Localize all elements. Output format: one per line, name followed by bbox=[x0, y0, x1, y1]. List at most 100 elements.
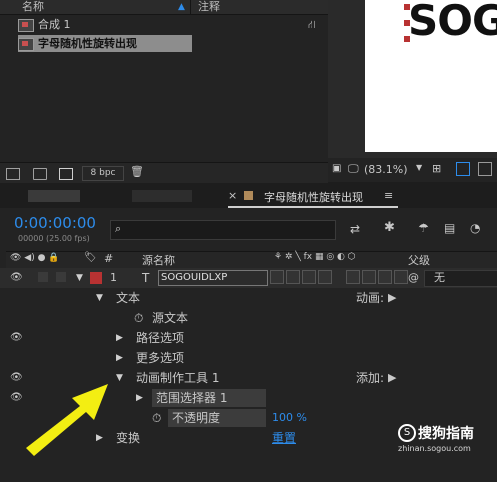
animate-menu-icon[interactable]: ▶ bbox=[388, 288, 396, 308]
layer-label-color[interactable] bbox=[90, 272, 102, 284]
opacity-value[interactable]: 100 % bbox=[272, 408, 307, 428]
source-text-row[interactable]: ⏱ 源文本 bbox=[0, 308, 497, 328]
path-options-row[interactable]: 👁 ▶ 路径选项 bbox=[0, 328, 497, 348]
shy-switch[interactable] bbox=[270, 270, 284, 284]
timeline-tab-bar: × 字母随机性旋转出现 ≡ bbox=[0, 184, 497, 208]
blurred-tab bbox=[28, 190, 80, 202]
bounding-handle[interactable] bbox=[404, 4, 410, 10]
watermark-url: zhinan.sogou.com bbox=[398, 444, 471, 453]
comp-mini-flowchart-icon[interactable]: ⇄ bbox=[350, 222, 360, 236]
sogou-logo-icon: S bbox=[398, 424, 416, 442]
active-tab-indicator bbox=[228, 206, 398, 208]
motion-blur-switch[interactable] bbox=[362, 270, 376, 284]
composition-icon bbox=[18, 18, 34, 32]
shy-layers-icon[interactable]: ☂ bbox=[418, 221, 429, 235]
bounding-handle[interactable] bbox=[404, 36, 410, 42]
stopwatch-icon[interactable]: ⏱ bbox=[134, 308, 143, 328]
pickwhip-icon[interactable]: @ bbox=[408, 268, 419, 288]
stopwatch-icon[interactable]: ⏱ bbox=[152, 408, 161, 428]
visibility-eye-icon[interactable]: 👁 bbox=[10, 268, 23, 288]
visibility-eye-icon[interactable]: 👁 bbox=[10, 328, 23, 348]
source-text-label: 源文本 bbox=[152, 311, 189, 325]
column-name[interactable]: 名称 bbox=[22, 0, 44, 14]
column-parent[interactable]: 父级 bbox=[408, 252, 430, 268]
new-composition-icon[interactable] bbox=[59, 168, 73, 180]
layer-column-header: 👁 ◀) ● 🔒 🏷 # 源名称 ⚘ ✲ ╲ fx ▦ ◎ ◐ ⬡ 父级 bbox=[6, 251, 497, 269]
text-group-row[interactable]: ▼ 文本 动画: ▶ bbox=[0, 288, 497, 308]
region-of-interest-icon[interactable] bbox=[478, 162, 492, 176]
composition-icon bbox=[18, 37, 34, 51]
visibility-eye-icon[interactable]: 👁 bbox=[10, 388, 23, 408]
column-comment[interactable]: 注释 bbox=[198, 0, 220, 14]
solo-toggle[interactable] bbox=[38, 272, 48, 282]
viewer-toolbar: ▣ 🖵 (83.1%) ▼ ⊞ bbox=[328, 158, 497, 182]
close-tab-icon[interactable]: × bbox=[228, 189, 237, 202]
project-item-selected[interactable]: 字母随机性旋转出现 bbox=[18, 35, 192, 52]
project-header: 名称 ▲ 注释 bbox=[0, 0, 328, 15]
composition-tab-label[interactable]: 字母随机性旋转出现 bbox=[264, 189, 363, 205]
text-group-label: 文本 bbox=[116, 291, 141, 305]
collapse-triangle-icon[interactable]: ▼ bbox=[116, 368, 123, 388]
effect-switch[interactable] bbox=[318, 270, 332, 284]
project-footer: 8 bpc 🗑 bbox=[0, 162, 328, 183]
visibility-eye-icon[interactable]: 👁 bbox=[10, 368, 23, 388]
collapse-triangle-icon[interactable]: ▼ bbox=[96, 288, 103, 308]
opacity-label: 不透明度 bbox=[172, 411, 221, 425]
bit-depth-button[interactable]: 8 bpc bbox=[82, 166, 124, 181]
switches-icons[interactable]: ⚘ ✲ ╲ fx ▦ ◎ ◐ ⬡ bbox=[274, 252, 356, 262]
layer-search-input[interactable]: ⌕ bbox=[110, 220, 336, 240]
draft-3d-icon[interactable]: ✱ bbox=[384, 220, 395, 235]
snapshot-icon[interactable]: ▣ bbox=[332, 163, 341, 174]
label-column-icon[interactable]: 🏷 bbox=[84, 252, 97, 263]
new-folder-icon[interactable] bbox=[32, 168, 47, 180]
frame-blending-icon[interactable]: ▤ bbox=[444, 221, 455, 235]
collapse-triangle-icon[interactable]: ▼ bbox=[76, 268, 83, 288]
parent-value: 无 bbox=[434, 271, 445, 284]
layer-row[interactable]: 👁 ▼ 1 T SOGOUIDLXP @ 无 bbox=[0, 268, 497, 288]
column-source-name[interactable]: 源名称 bbox=[142, 252, 175, 268]
3d-switch[interactable] bbox=[394, 270, 408, 284]
mask-visibility-icon[interactable] bbox=[456, 162, 470, 176]
motion-blur-icon[interactable]: ◔ bbox=[470, 221, 480, 235]
animate-label: 动画: bbox=[356, 291, 385, 305]
add-menu-icon[interactable]: ▶ bbox=[388, 368, 396, 388]
project-item-label: 字母随机性旋转出现 bbox=[38, 37, 137, 50]
layer-index: 1 bbox=[110, 271, 117, 284]
interpret-footage-icon[interactable] bbox=[6, 168, 20, 180]
bounding-handle[interactable] bbox=[404, 20, 410, 26]
av-features-icons[interactable]: 👁 ◀) ● 🔒 bbox=[10, 253, 60, 263]
chevron-down-icon[interactable]: ▼ bbox=[416, 163, 422, 172]
current-timecode[interactable]: 0:00:00:00 bbox=[14, 214, 96, 232]
expand-triangle-icon[interactable]: ▶ bbox=[116, 348, 123, 368]
watermark-brand: 搜狗指南 bbox=[418, 426, 474, 442]
frame-blend-switch[interactable] bbox=[346, 270, 360, 284]
canvas-text: SOG bbox=[408, 0, 497, 45]
path-options-label: 路径选项 bbox=[136, 331, 185, 345]
panel-menu-icon[interactable]: ≡ bbox=[384, 189, 393, 202]
column-hash[interactable]: # bbox=[104, 252, 113, 265]
quality-switch[interactable] bbox=[302, 270, 316, 284]
zoom-value[interactable]: (83.1%) bbox=[364, 163, 408, 176]
text-layer-icon: T bbox=[142, 271, 150, 285]
frame-rate: 00000 (25.00 fps) bbox=[18, 234, 90, 243]
project-item[interactable]: 合成 1 bbox=[18, 16, 188, 33]
grid-icon[interactable]: ⊞ bbox=[432, 162, 441, 175]
blurred-tab bbox=[132, 190, 192, 202]
collapse-switch[interactable] bbox=[286, 270, 300, 284]
expand-triangle-icon[interactable]: ▶ bbox=[136, 388, 143, 408]
sort-arrow-icon[interactable]: ▲ bbox=[178, 2, 185, 12]
more-options-label: 更多选项 bbox=[136, 351, 185, 365]
trash-icon[interactable]: 🗑 bbox=[130, 165, 144, 178]
adjustment-switch[interactable] bbox=[378, 270, 392, 284]
divider bbox=[190, 0, 191, 14]
layer-name-field[interactable]: SOGOUIDLXP bbox=[158, 270, 268, 286]
range-selector-label: 范围选择器 1 bbox=[156, 391, 228, 405]
flowchart-icon[interactable]: ⛙ bbox=[308, 18, 316, 33]
transform-label: 变换 bbox=[116, 431, 141, 445]
display-icon[interactable]: 🖵 bbox=[348, 162, 359, 176]
expand-triangle-icon[interactable]: ▶ bbox=[116, 328, 123, 348]
search-icon: ⌕ bbox=[115, 222, 122, 235]
lock-toggle[interactable] bbox=[56, 272, 66, 282]
more-options-row[interactable]: ▶ 更多选项 bbox=[0, 348, 497, 368]
reset-link[interactable]: 重置 bbox=[272, 428, 296, 448]
